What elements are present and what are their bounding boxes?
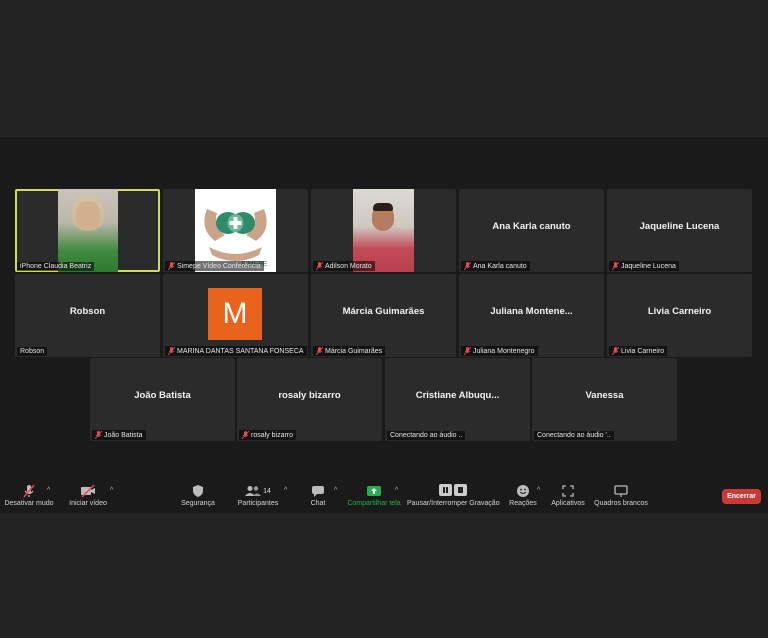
mic-muted-icon — [23, 484, 35, 498]
whiteboards-button[interactable]: Quadros brancos — [594, 484, 648, 507]
participant-tile[interactable]: Robson Robson — [15, 274, 160, 357]
participant-tile[interactable]: Vanessa Conectando ao áudio '.. — [532, 358, 677, 441]
mic-muted-icon — [612, 262, 619, 270]
participant-name-label: Simepe Vídeo Conferência — [165, 261, 264, 271]
participant-display-name: Ana Karla canuto — [492, 221, 571, 232]
participant-display-name: Vanessa — [585, 390, 624, 401]
chevron-up-icon[interactable]: ^ — [47, 487, 50, 494]
reactions-label: Reações — [509, 500, 537, 507]
participant-tile[interactable]: Márcia Guimarães Márcia Guimarães — [311, 274, 456, 357]
chat-button[interactable]: Chat — [304, 484, 332, 507]
participant-name-label: Conectando ao áudio .. — [387, 431, 466, 440]
chevron-up-icon[interactable]: ^ — [334, 487, 337, 494]
share-screen-icon — [367, 486, 381, 496]
participant-tile[interactable]: Cristiane Albuqu... Conectando ao áudio … — [385, 358, 530, 441]
share-screen-label: Compartilhar tela — [347, 500, 401, 507]
chevron-up-icon[interactable]: ^ — [110, 487, 113, 494]
mic-muted-icon — [464, 262, 471, 270]
participant-tile[interactable]: Livia Carneiro Livia Carneiro — [607, 274, 752, 357]
start-video-label: Iniciar vídeo — [69, 500, 107, 507]
shield-icon — [193, 485, 203, 497]
mic-muted-icon — [316, 262, 323, 270]
participant-tile[interactable]: Jaqueline Lucena Jaqueline Lucena — [607, 189, 752, 272]
participant-tile[interactable]: SIMEPE Simepe Vídeo Conferência — [163, 189, 308, 272]
whiteboards-label: Quadros brancos — [594, 500, 648, 507]
recording-label: Pausar/Interromper Gravação — [407, 500, 500, 507]
pause-stop-recording-button[interactable]: Pausar/Interromper Gravação — [407, 484, 500, 507]
participant-name-label: Jaqueline Lucena — [609, 261, 679, 271]
participants-label: Participantes — [237, 500, 279, 507]
apps-icon — [562, 485, 574, 497]
video-off-icon — [81, 484, 95, 498]
simepe-logo-icon: SIMEPE — [204, 209, 268, 268]
apps-label: Aplicativos — [551, 500, 585, 507]
start-video-button[interactable]: Iniciar vídeo — [67, 484, 109, 507]
mic-muted-icon — [612, 347, 619, 355]
participant-display-name: João Batista — [134, 390, 191, 401]
pause-icon — [439, 484, 452, 496]
participant-name-label: iPhone Claudia Beatriz — [17, 262, 95, 271]
mic-muted-icon — [168, 262, 175, 270]
chevron-up-icon[interactable]: ^ — [537, 487, 540, 494]
stop-icon — [454, 484, 467, 496]
security-button[interactable]: Segurança — [180, 484, 216, 507]
mic-muted-icon — [168, 347, 175, 355]
participant-tile[interactable]: Juliana Montene... Juliana Montenegro — [459, 274, 604, 357]
unmute-label: Desativar mudo — [4, 500, 54, 507]
emoji-icon — [517, 485, 529, 497]
participant-name-label: Márcia Guimarães — [313, 346, 386, 356]
participant-tile[interactable]: iPhone Claudia Beatriz — [15, 189, 160, 272]
meeting-toolbar: Desativar mudo ^ Iniciar vídeo ^ Seguran… — [0, 481, 768, 513]
participant-display-name: Livia Carneiro — [647, 306, 712, 317]
participant-name-label: rosaly bizarro — [239, 430, 297, 440]
participant-name-label: Livia Carneiro — [609, 346, 668, 356]
security-label: Segurança — [181, 500, 215, 507]
participant-video — [353, 189, 414, 272]
participant-video: SIMEPE — [195, 189, 276, 272]
avatar: M — [208, 288, 262, 340]
participant-name-label: Robson — [17, 347, 48, 356]
participant-display-name: Cristiane Albuqu... — [415, 390, 500, 401]
participants-count: 14 — [263, 487, 271, 495]
participant-name-label: Conectando ao áudio '.. — [534, 431, 614, 440]
mic-muted-icon — [242, 431, 249, 439]
participant-display-name: rosaly bizarro — [278, 390, 341, 401]
participant-name-label: Adilson Morato — [313, 261, 375, 271]
participant-display-name: Jaqueline Lucena — [639, 221, 720, 232]
end-meeting-button[interactable]: Encerrar — [722, 489, 761, 504]
participant-tile[interactable]: João Batista João Batista — [90, 358, 235, 441]
participant-tile[interactable]: M MARINA DANTAS SANTANA FONSECA — [163, 274, 308, 357]
participant-tile[interactable]: rosaly bizarro rosaly bizarro — [237, 358, 382, 441]
video-gallery: iPhone Claudia Beatriz SIMEPE Simepe Víd… — [0, 137, 768, 513]
reactions-button[interactable]: Reações — [508, 484, 538, 507]
apps-button[interactable]: Aplicativos — [550, 484, 586, 507]
participant-name-label: João Batista — [92, 430, 146, 440]
chat-icon — [312, 486, 324, 497]
participant-display-name: Juliana Montene... — [490, 306, 573, 317]
participants-button[interactable]: 14 Participantes — [236, 484, 280, 507]
whiteboard-icon — [614, 485, 628, 497]
share-screen-button[interactable]: Compartilhar tela — [346, 484, 402, 507]
participant-name-label: MARINA DANTAS SANTANA FONSECA — [165, 346, 307, 356]
mic-muted-icon — [464, 347, 471, 355]
participant-display-name: Márcia Guimarães — [342, 306, 425, 317]
chat-label: Chat — [310, 500, 326, 507]
participant-name-label: Juliana Montenegro — [461, 346, 538, 356]
participant-tile[interactable]: Ana Karla canuto Ana Karla canuto — [459, 189, 604, 272]
chevron-up-icon[interactable]: ^ — [395, 487, 398, 494]
mic-muted-icon — [95, 431, 102, 439]
participant-video — [58, 189, 118, 272]
participant-tile[interactable]: Adilson Morato — [311, 189, 456, 272]
mic-muted-icon — [316, 347, 323, 355]
chevron-up-icon[interactable]: ^ — [284, 487, 287, 494]
participant-name-label: Ana Karla canuto — [461, 261, 530, 271]
participants-icon — [245, 486, 262, 496]
participant-display-name: Robson — [69, 306, 106, 317]
